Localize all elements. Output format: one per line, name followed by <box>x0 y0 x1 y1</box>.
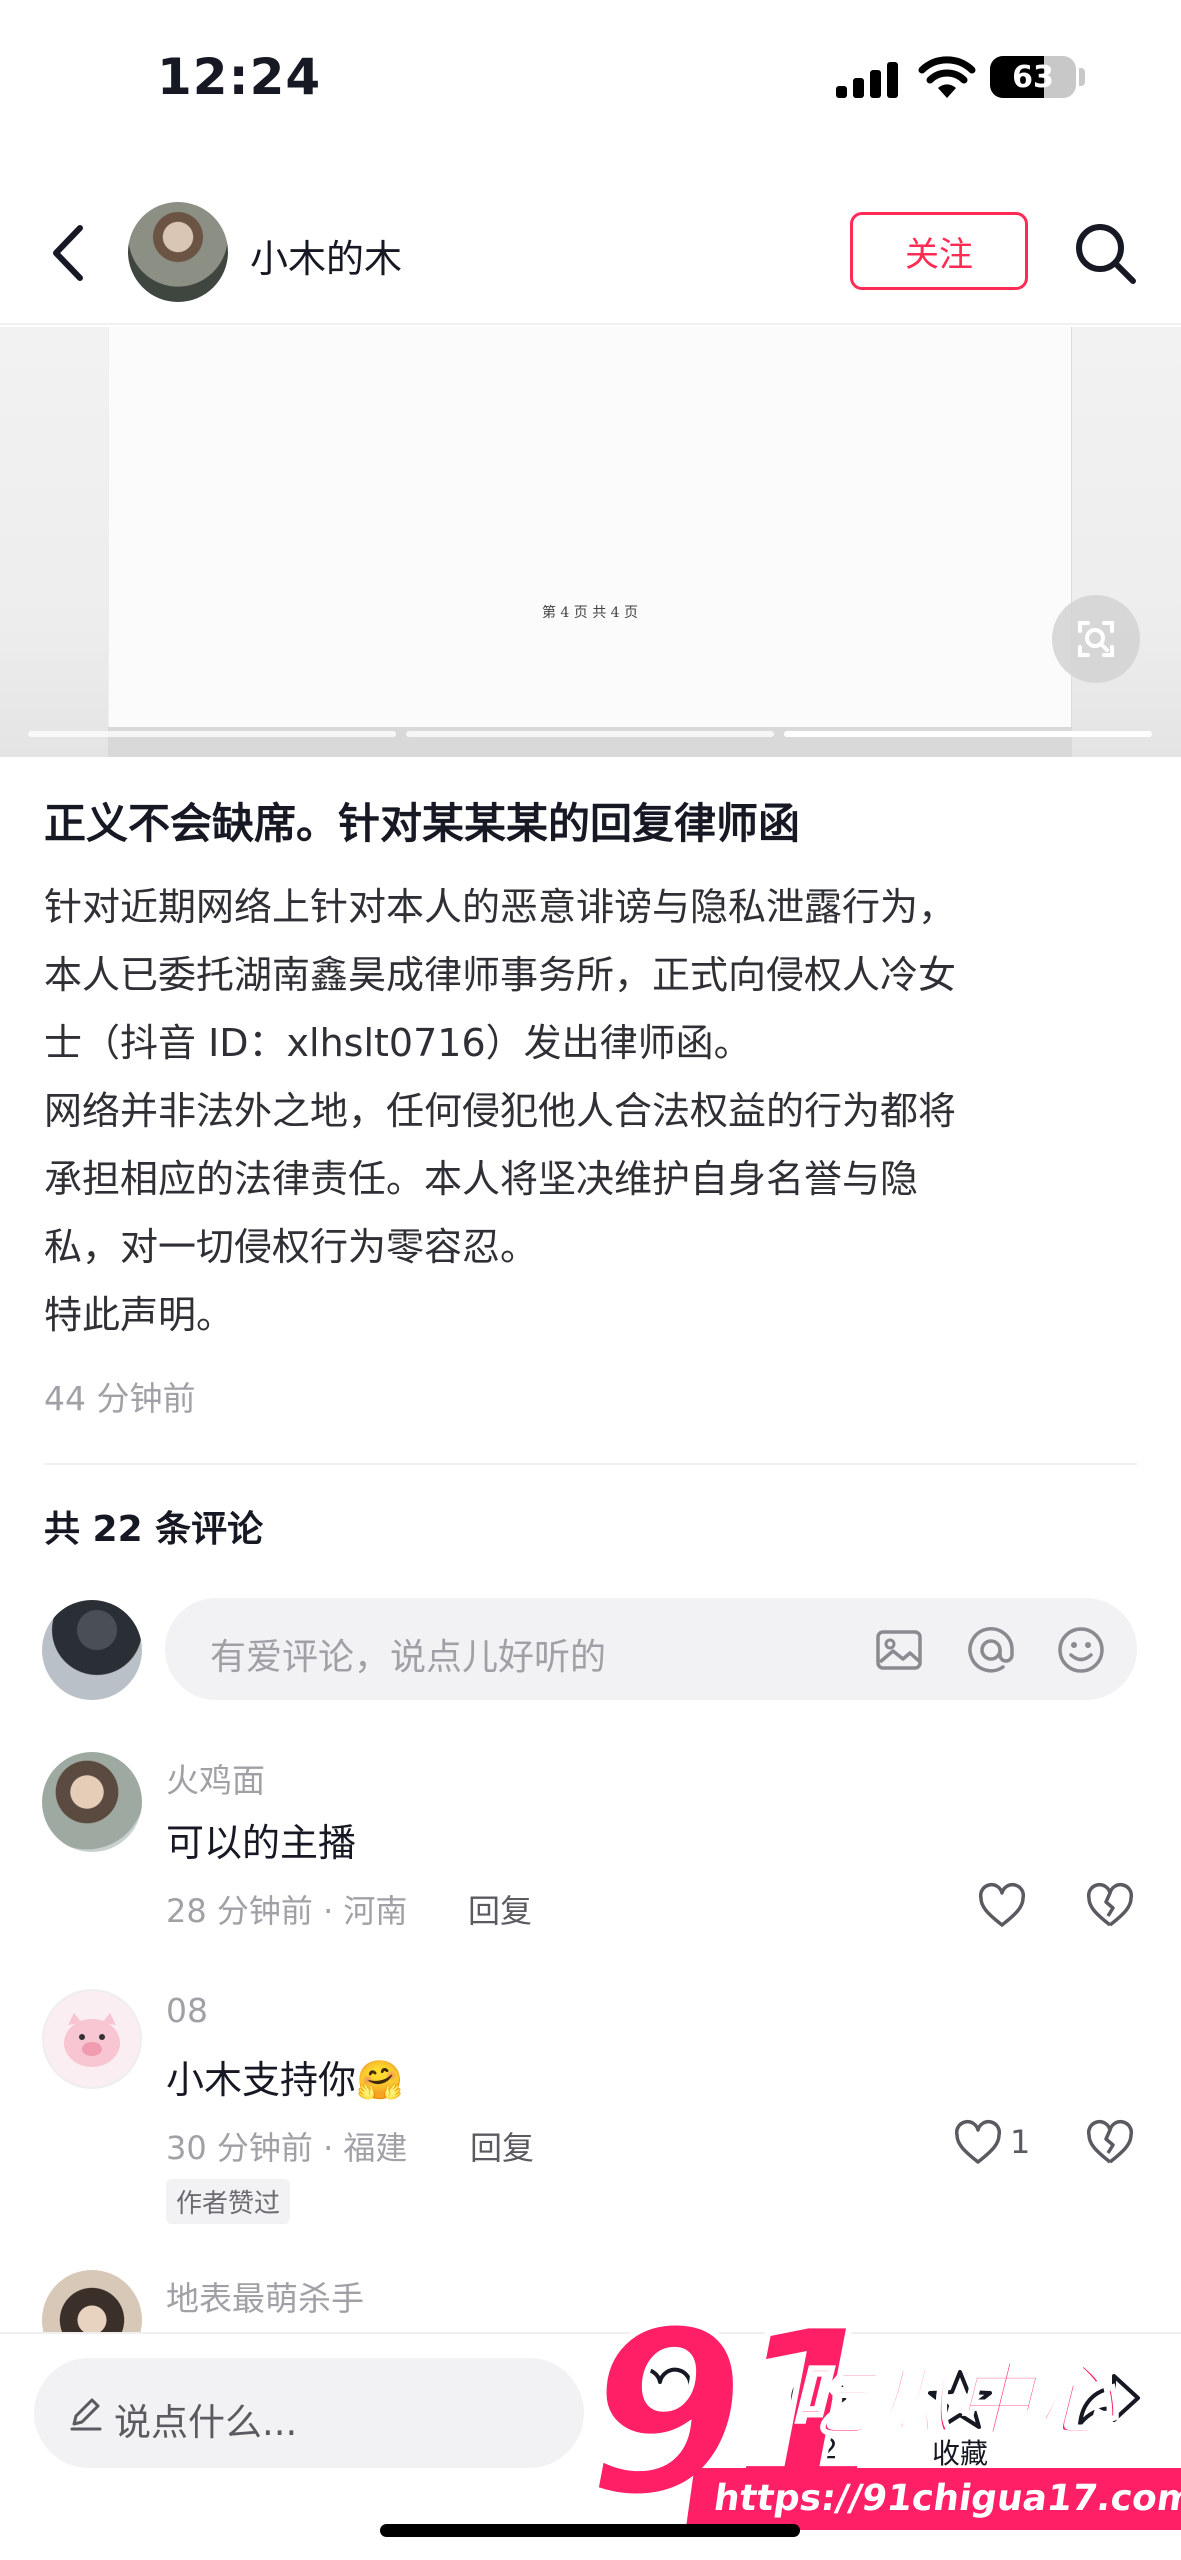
comment-item: 火鸡面 可以的主播 28 分钟前 · 河南 回复 <box>0 1750 1181 1970</box>
comment-item: 08 小木支持你🤗 30 分钟前 · 福建 回复 作者赞过 1 <box>0 1987 1181 2227</box>
post-body-line: 本人已委托湖南鑫昊成律师事务所，正式向侵权人冷女 <box>44 953 957 997</box>
status-time: 12:24 <box>157 48 322 106</box>
bottom-input-placeholder: 说点什么... <box>114 2401 298 2444</box>
home-indicator <box>380 2524 800 2537</box>
reply-button[interactable]: 回复 <box>470 2123 534 2169</box>
lawyer-letter-page: 第 4 页 共 4 页 <box>108 327 1072 727</box>
bottom-comment-input[interactable]: 说点什么... <box>34 2358 584 2468</box>
battery-percent: 63 <box>1012 59 1054 95</box>
carousel-progress-1 <box>28 731 396 737</box>
commenter-name[interactable]: 08 <box>166 1991 208 2030</box>
battery-icon: 63 <box>990 56 1076 98</box>
post-body-line: 针对近期网络上针对本人的恶意诽谤与隐私泄露行为， <box>44 885 957 929</box>
page-footer-text: 第 4 页 共 4 页 <box>541 605 639 621</box>
post-timestamp: 44 分钟前 <box>44 1379 196 1418</box>
commenter-name[interactable]: 地表最萌杀手 <box>166 2272 364 2320</box>
watermark-name: 吃瓜中心 <box>789 2353 1118 2449</box>
divider <box>44 1463 1137 1465</box>
like-count: 1 <box>1010 2123 1031 2161</box>
follow-button[interactable]: 关注 <box>850 212 1028 290</box>
comment-input-placeholder: 有爱评论，说点儿好听的 <box>210 1637 607 1678</box>
dislike-icon[interactable] <box>1084 2117 1136 2169</box>
comment-text: 可以的主播 <box>166 1821 357 1865</box>
comment-count: 共 22 条评论 <box>44 1509 264 1550</box>
post-body-line: 承担相应的法律责任。本人将坚决维护自身名誉与隐 <box>44 1157 919 1201</box>
battery-tip <box>1079 68 1085 86</box>
my-avatar <box>42 1600 142 1700</box>
comment-text-content: 小木支持你 <box>166 2058 357 2102</box>
scan-icon[interactable] <box>1052 595 1140 683</box>
author-liked-badge: 作者赞过 <box>166 2179 291 2224</box>
post-header: 小木的木 关注 <box>0 180 1181 325</box>
status-bar: 12:24 63 <box>0 0 1181 160</box>
watermark-url: https://91chigua17.com <box>685 2468 1181 2530</box>
post-title: 正义不会缺席。针对某某某的回复律师函 <box>44 799 801 848</box>
post-body-line: 特此声明。 <box>44 1293 235 1337</box>
commenter-avatar[interactable] <box>42 1989 142 2089</box>
emoji-icon[interactable] <box>1055 1624 1107 1676</box>
commenter-avatar[interactable] <box>42 1752 142 1852</box>
image-icon[interactable] <box>873 1624 925 1676</box>
hug-emoji: 🤗 <box>356 2058 404 2102</box>
author-avatar[interactable] <box>128 202 228 302</box>
like-icon[interactable] <box>952 2117 1004 2169</box>
post-body-line: 士（抖音 ID：xlhslt0716）发出律师函。 <box>44 1021 752 1065</box>
reply-button[interactable]: 回复 <box>468 1886 532 1932</box>
carousel-progress-2 <box>406 731 774 737</box>
image-carousel[interactable]: 第 4 页 共 4 页 <box>0 327 1181 757</box>
cellular-signal-icon <box>836 62 900 98</box>
comment-input[interactable]: 有爱评论，说点儿好听的 <box>165 1598 1137 1700</box>
at-icon[interactable] <box>965 1624 1017 1676</box>
commenter-avatar[interactable] <box>42 2270 142 2332</box>
comment-meta: 28 分钟前 · 河南 <box>166 1892 408 1930</box>
carousel-progress-3 <box>784 731 1152 737</box>
dislike-icon[interactable] <box>1084 1880 1136 1932</box>
comment-text: 小木支持你🤗 <box>166 2049 403 2104</box>
post-body-line: 私，对一切侵权行为零容忍。 <box>44 1225 539 1269</box>
pen-icon <box>70 2398 102 2431</box>
search-icon[interactable] <box>1070 218 1140 288</box>
post-body-line: 网络并非法外之地，任何侵犯他人合法权益的行为都将 <box>44 1089 957 1133</box>
author-name[interactable]: 小木的木 <box>250 228 402 283</box>
watermark-logo: 91 吃瓜中心 https://91chigua17.com <box>580 2297 1181 2550</box>
commenter-name[interactable]: 火鸡面 <box>166 1754 265 1802</box>
pig-avatar-icon <box>64 2013 120 2067</box>
post-body: 针对近期网络上针对本人的恶意诽谤与隐私泄露行为， 本人已委托湖南鑫昊成律师事务所… <box>44 873 1154 1349</box>
like-icon[interactable] <box>976 1880 1028 1932</box>
wifi-icon <box>918 56 976 98</box>
back-arrow-icon[interactable] <box>40 218 100 288</box>
comment-meta: 30 分钟前 · 福建 <box>166 2129 408 2167</box>
